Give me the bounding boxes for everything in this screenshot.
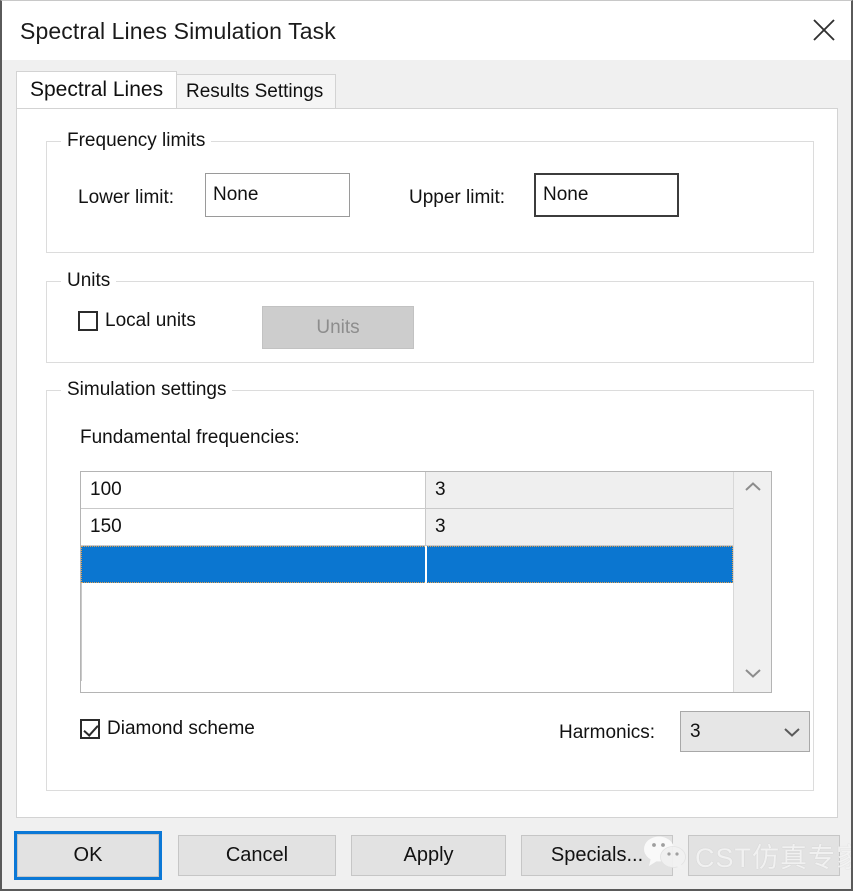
title-bar: Spectral Lines Simulation Task <box>2 1 851 61</box>
diamond-scheme-checkbox[interactable] <box>80 719 100 739</box>
dialog-footer: OK Cancel Apply Specials... <box>2 826 851 890</box>
frequency-limits-legend: Frequency limits <box>61 130 211 152</box>
ok-button[interactable]: OK <box>14 831 162 880</box>
tab-spectral-lines-label: Spectral Lines <box>30 78 163 102</box>
local-units-checkbox-row[interactable]: Local units <box>78 310 196 332</box>
close-icon <box>811 17 837 43</box>
chevron-down-icon <box>775 725 809 739</box>
lower-limit-input[interactable] <box>205 173 350 217</box>
tab-results-settings[interactable]: Results Settings <box>173 74 336 108</box>
grid-vertical-scrollbar[interactable] <box>733 472 771 692</box>
simulation-settings-group: Simulation settings Fundamental frequenc… <box>46 390 814 791</box>
table-row[interactable]: 100 3 <box>81 472 733 509</box>
frequency-limits-group: Frequency limits Lower limit: Upper limi… <box>46 141 814 253</box>
tab-panel-spectral-lines: Frequency limits Lower limit: Upper limi… <box>16 108 838 818</box>
grid-body: 100 3 150 3 <box>81 472 733 692</box>
harmonics-select[interactable]: 3 <box>680 711 810 752</box>
tab-results-settings-label: Results Settings <box>186 81 323 103</box>
chevron-down-icon <box>743 666 763 685</box>
cell-harmonics[interactable]: 3 <box>426 509 733 545</box>
table-row-selected[interactable] <box>81 546 733 583</box>
upper-limit-input[interactable] <box>534 173 679 217</box>
cell-frequency[interactable] <box>81 546 426 583</box>
cell-harmonics[interactable]: 3 <box>426 472 733 508</box>
cancel-button[interactable]: Cancel <box>178 835 336 876</box>
cell-frequency[interactable]: 100 <box>81 472 426 508</box>
specials-button[interactable]: Specials... <box>521 835 673 876</box>
page-title: Spectral Lines Simulation Task <box>20 18 336 45</box>
lower-limit-label: Lower limit: <box>78 187 174 209</box>
harmonics-select-value: 3 <box>681 721 775 743</box>
diamond-scheme-checkbox-row[interactable]: Diamond scheme <box>80 718 255 740</box>
close-button[interactable] <box>796 1 851 59</box>
upper-limit-label: Upper limit: <box>409 187 505 209</box>
units-legend: Units <box>61 270 116 292</box>
units-button-label: Units <box>316 317 359 339</box>
apply-button[interactable]: Apply <box>351 835 506 876</box>
tab-spectral-lines[interactable]: Spectral Lines <box>16 71 177 108</box>
units-button: Units <box>262 306 414 349</box>
local-units-checkbox[interactable] <box>78 311 98 331</box>
scroll-down-button[interactable] <box>734 658 771 692</box>
specials-button-label: Specials... <box>551 844 643 867</box>
ok-button-label: OK <box>74 844 103 867</box>
apply-button-label: Apply <box>403 844 453 867</box>
tab-strip: Spectral Lines Results Settings <box>2 60 851 108</box>
cell-frequency[interactable]: 150 <box>81 509 426 545</box>
spectral-lines-simulation-task-dialog: Spectral Lines Simulation Task Spectral … <box>0 0 853 891</box>
scroll-up-button[interactable] <box>734 472 771 506</box>
local-units-label: Local units <box>105 310 196 332</box>
units-group: Units Local units Units <box>46 281 814 363</box>
fundamental-frequencies-label: Fundamental frequencies: <box>80 427 300 449</box>
simulation-settings-legend: Simulation settings <box>61 379 232 401</box>
harmonics-label: Harmonics: <box>559 722 655 744</box>
table-row[interactable]: 150 3 <box>81 509 733 546</box>
cancel-button-label: Cancel <box>226 844 288 867</box>
diamond-scheme-label: Diamond scheme <box>107 718 255 740</box>
help-button[interactable] <box>688 835 840 876</box>
fundamental-frequencies-grid[interactable]: 100 3 150 3 <box>80 471 772 693</box>
grid-left-guide <box>81 583 82 681</box>
cell-harmonics[interactable] <box>426 546 733 583</box>
chevron-up-icon <box>743 480 763 499</box>
